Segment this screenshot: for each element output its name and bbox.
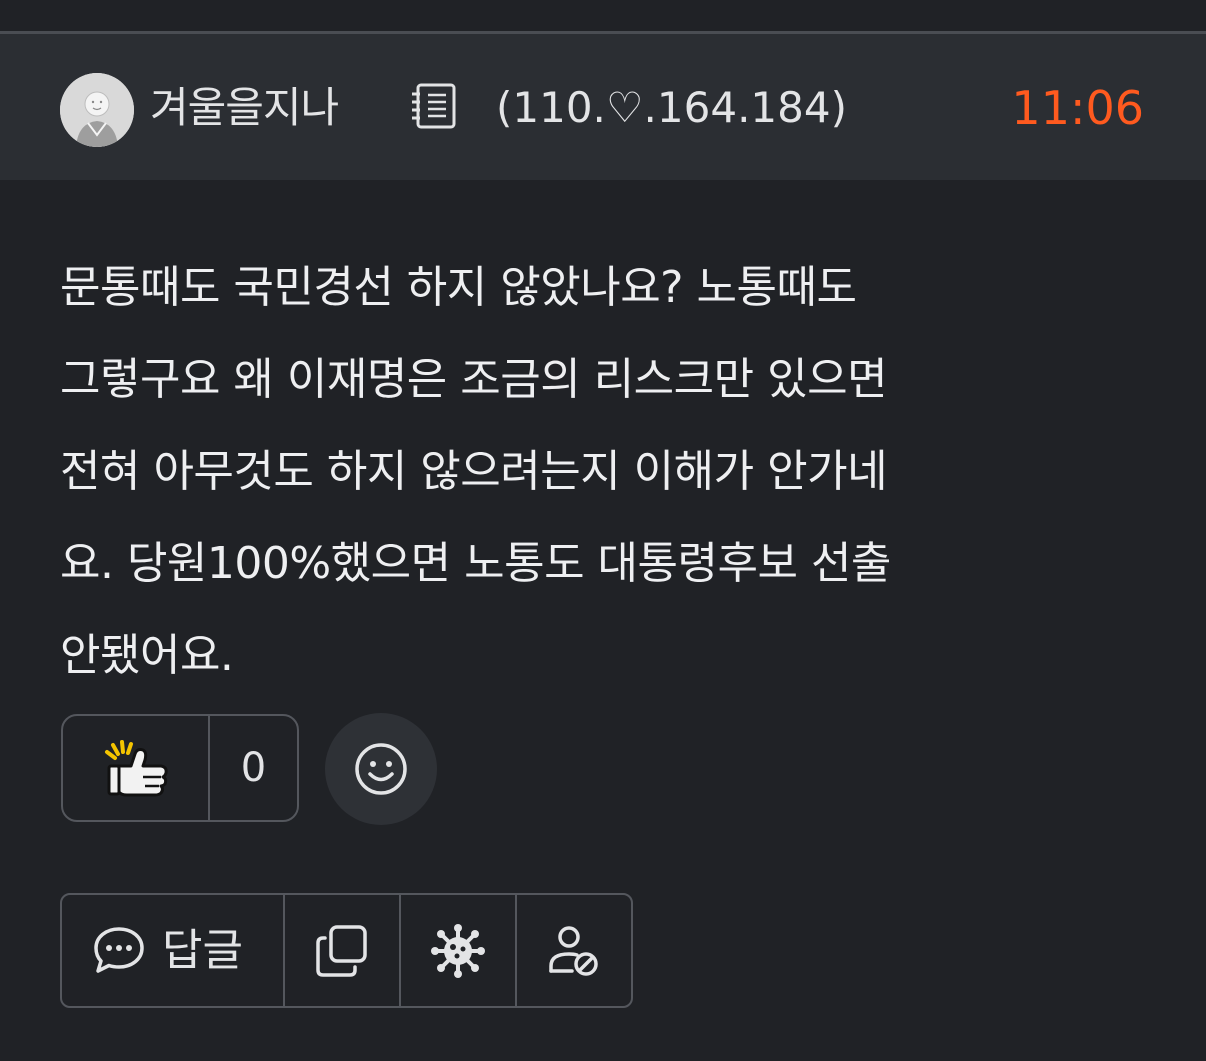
block-user-button[interactable] (517, 895, 631, 1006)
author-name[interactable]: 겨울을지나 (150, 78, 339, 138)
reply-label: 답글 (162, 925, 243, 976)
comment-action-bar: 답글 (60, 893, 633, 1008)
comment-line: 요. 당원100%했으면 노통도 대통령후보 선출 (60, 538, 891, 589)
copy-button[interactable] (285, 895, 401, 1006)
comment-line: 그렇구요 왜 이재명은 조금의 리스크만 있으면 (60, 354, 888, 405)
comment-page: 겨울을지나 (110.♡.164.184) 11:06 문통때도 국민경선 하지… (0, 0, 1206, 1061)
reply-button[interactable]: 답글 (62, 895, 285, 1006)
emoji-reaction-button[interactable] (325, 713, 437, 825)
thumbs-up-icon (105, 740, 168, 797)
top-strip (0, 0, 1206, 31)
virus-icon (431, 923, 485, 978)
like-button[interactable] (63, 716, 210, 820)
comment-line: 전혀 아무것도 하지 않으려는지 이해가 안가네 (60, 446, 888, 497)
smiley-icon (355, 743, 407, 795)
speech-bubble-icon (94, 927, 144, 973)
memo-icon[interactable] (408, 80, 460, 132)
copy-icon (316, 924, 367, 977)
block-user-icon (549, 925, 598, 976)
ip-address: (110.♡.164.184) (496, 83, 847, 132)
avatar[interactable] (60, 73, 134, 147)
comment-time: 11:06 (1011, 81, 1144, 135)
comment-line: 안됐어요. (60, 630, 234, 681)
like-count: 0 (240, 745, 267, 791)
avatar-image (60, 73, 134, 147)
comment-header: 겨울을지나 (110.♡.164.184) 11:06 (0, 34, 1206, 180)
virus-button[interactable] (401, 895, 517, 1006)
reaction-group: 0 (61, 714, 299, 822)
comment-body: 문통때도 국민경선 하지 않았나요? 노통때도 그렇구요 왜 이재명은 조금의 … (60, 242, 1146, 702)
comment-line: 문통때도 국민경선 하지 않았나요? 노통때도 (60, 262, 857, 313)
